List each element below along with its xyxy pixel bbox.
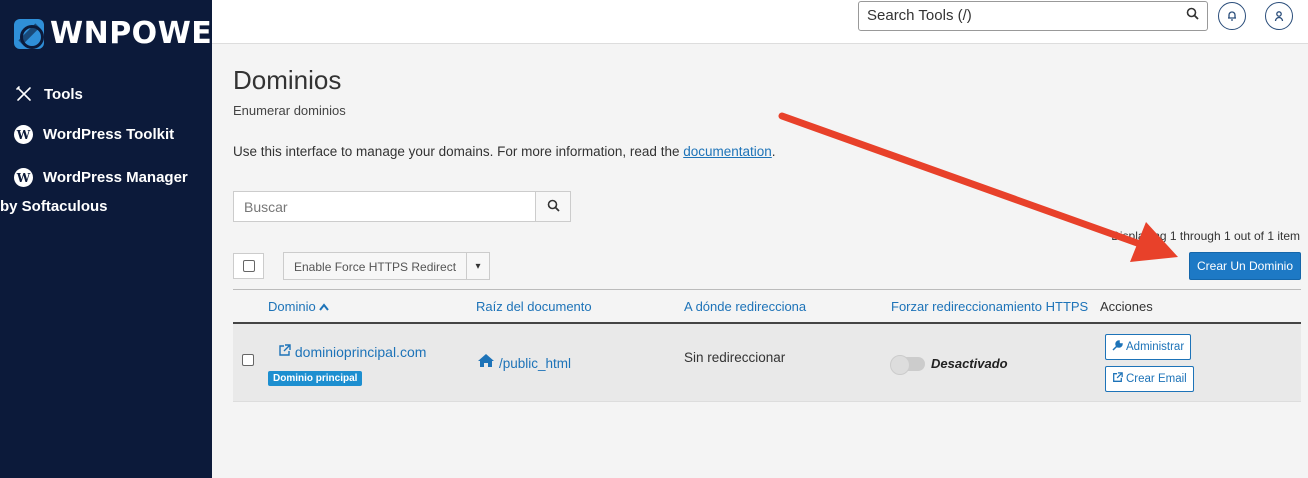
bell-icon[interactable] xyxy=(1218,2,1246,30)
domain-search-button[interactable] xyxy=(535,191,571,222)
row-checkbox[interactable] xyxy=(242,354,254,366)
create-email-button[interactable]: Crear Email xyxy=(1105,366,1194,392)
column-header-label: Dominio xyxy=(268,299,316,314)
force-https-status: Desactivado xyxy=(931,356,1008,371)
create-email-button-label: Crear Email xyxy=(1126,373,1187,385)
force-https-toggle[interactable] xyxy=(890,355,925,375)
column-header-force-https[interactable]: Forzar redireccionamiento HTTPS xyxy=(891,299,1088,314)
pagination-summary: Displaying 1 through 1 out of 1 item xyxy=(1111,229,1300,243)
sidebar-item-label: Tools xyxy=(44,85,83,103)
tools-icon xyxy=(14,84,34,104)
intro-end: . xyxy=(771,144,776,159)
external-link-icon xyxy=(1112,372,1123,386)
primary-domain-badge: Dominio principal xyxy=(268,371,363,386)
home-icon xyxy=(477,353,495,373)
domain-name: dominioprincipal.com xyxy=(294,344,427,360)
sidebar-item-label: WordPress Manager xyxy=(43,169,188,186)
sidebar-item-wordpress-manager[interactable]: W WordPress Manager xyxy=(14,168,188,187)
checkbox-box xyxy=(242,260,255,272)
main-content: Dominios Enumerar dominios Use this inte… xyxy=(212,45,1308,478)
search-icon[interactable] xyxy=(1186,7,1199,23)
brand-name: WNPOWER xyxy=(50,16,236,51)
search-tools-input[interactable]: Search Tools (/) xyxy=(858,1,1208,31)
bulk-action-label[interactable]: Enable Force HTTPS Redirect xyxy=(284,253,468,279)
intro-text: Use this interface to manage your domain… xyxy=(233,144,680,159)
wordpress-icon: W xyxy=(14,125,33,144)
user-icon[interactable] xyxy=(1265,2,1293,30)
docroot-link[interactable]: /public_html xyxy=(477,353,571,373)
docroot-path: /public_html xyxy=(499,355,572,371)
manage-button-label: Administrar xyxy=(1126,341,1185,353)
search-tools-placeholder: Search Tools (/) xyxy=(867,7,972,24)
column-header-docroot[interactable]: Raíz del documento xyxy=(476,299,592,314)
topbar: Search Tools (/) xyxy=(212,0,1308,44)
sidebar: WNPOWER Tools W WordPress Toolkit W Word… xyxy=(0,0,235,478)
page-intro: Use this interface to manage your domain… xyxy=(233,144,776,159)
external-link-icon xyxy=(278,344,295,360)
documentation-link[interactable]: documentation xyxy=(683,144,772,159)
create-domain-button[interactable]: Crear Un Dominio xyxy=(1189,252,1301,280)
search-icon xyxy=(547,199,560,215)
brand-logo[interactable]: WNPOWER xyxy=(14,16,236,51)
column-header-actions: Acciones xyxy=(1100,299,1153,314)
sort-asc-icon xyxy=(319,299,330,314)
page-title: Dominios xyxy=(233,65,342,95)
bulk-action-dropdown[interactable]: Enable Force HTTPS Redirect ▾ xyxy=(283,252,491,280)
wordpress-icon: W xyxy=(14,168,33,187)
sidebar-item-tools[interactable]: Tools xyxy=(14,84,83,104)
select-all-checkbox[interactable] xyxy=(233,253,264,279)
caret-down-icon[interactable]: ▾ xyxy=(467,253,489,279)
domains-table: Dominio Raíz del documento A dónde redir… xyxy=(233,289,1301,402)
domain-search-input[interactable]: Buscar xyxy=(233,191,536,222)
domain-link[interactable]: dominioprincipal.com xyxy=(278,344,426,360)
wrench-icon xyxy=(1112,340,1123,354)
redirect-status: Sin redireccionar xyxy=(684,350,786,365)
sidebar-item-sublabel[interactable]: by Softaculous xyxy=(0,198,108,215)
sidebar-item-wordpress-toolkit[interactable]: W WordPress Toolkit xyxy=(14,125,174,144)
table-row: dominioprincipal.com Dominio principal /… xyxy=(233,324,1301,402)
domain-search-placeholder: Buscar xyxy=(244,199,288,215)
table-header: Dominio Raíz del documento A dónde redir… xyxy=(233,289,1301,324)
brand-logo-icon xyxy=(14,18,44,49)
column-header-redirect[interactable]: A dónde redirecciona xyxy=(684,299,806,314)
manage-button[interactable]: Administrar xyxy=(1105,334,1192,360)
page-subtitle: Enumerar dominios xyxy=(233,103,346,118)
column-header-domain[interactable]: Dominio xyxy=(268,299,330,314)
sidebar-item-label: WordPress Toolkit xyxy=(43,126,175,143)
